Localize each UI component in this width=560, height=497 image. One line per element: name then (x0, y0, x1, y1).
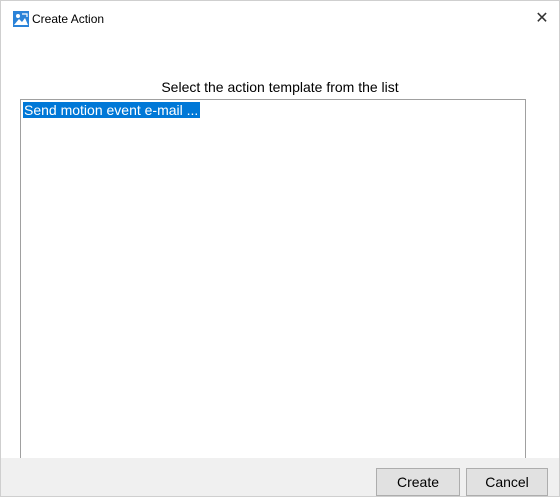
close-icon[interactable]: ✕ (529, 5, 555, 31)
create-button[interactable]: Create (376, 468, 460, 496)
dialog-body: Select the action template from the list… (1, 36, 559, 480)
cancel-button[interactable]: Cancel (466, 468, 548, 496)
instruction-label: Select the action template from the list (161, 79, 399, 95)
app-logo-icon (13, 11, 29, 27)
list-item[interactable]: Send motion event e-mail ... (23, 102, 201, 118)
button-bar: Create Cancel (1, 458, 559, 496)
template-list[interactable]: Send motion event e-mail ... (20, 99, 526, 480)
window-title: Create Action (32, 12, 105, 26)
title-bar[interactable]: Create Action ✕ (1, 1, 559, 36)
create-action-dialog: Create Action ✕ Select the action templa… (0, 0, 560, 497)
